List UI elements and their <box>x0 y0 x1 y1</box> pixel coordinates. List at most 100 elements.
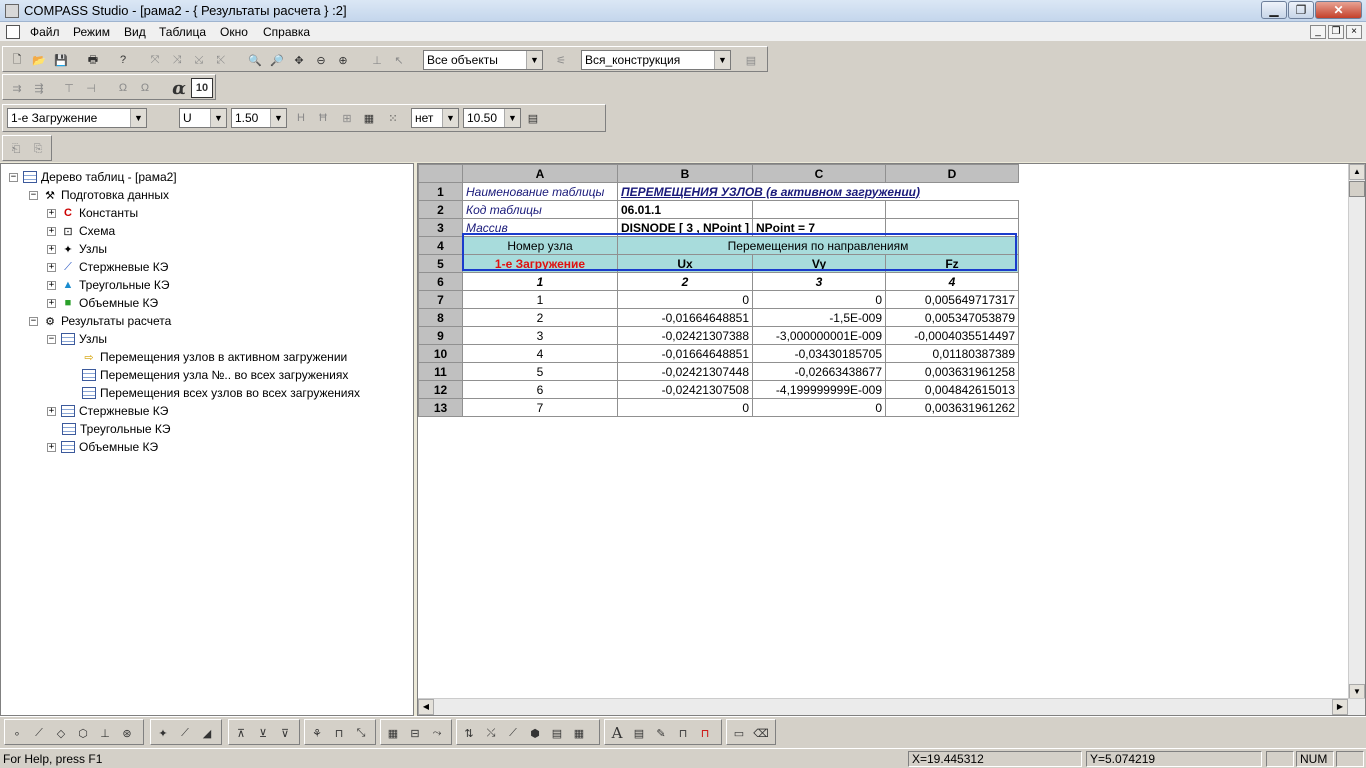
collapse-icon[interactable]: − <box>29 316 38 326</box>
fz-cell[interactable]: 0,004842615013 <box>885 380 1020 399</box>
export-icon[interactable]: ⎗ <box>6 139 26 159</box>
dots-view-icon[interactable]: ⁙ <box>383 108 403 128</box>
tree-item-scheme[interactable]: + ⊡ Схема <box>47 222 115 240</box>
rotate-z-icon[interactable]: ⤪ <box>211 50 231 70</box>
vertical-scrollbar[interactable]: ▲ ▼ <box>1348 164 1365 700</box>
expand-icon[interactable]: + <box>47 244 56 254</box>
vy-cell[interactable]: -4,199999999E-009 <box>752 380 887 399</box>
scale-icon[interactable]: ⤡ <box>351 723 371 743</box>
ux-cell[interactable]: 0 <box>616 398 754 417</box>
bar-load-icon[interactable]: ⟋ <box>175 723 195 743</box>
result-table-icon[interactable]: ▤ <box>547 723 567 743</box>
row-number[interactable]: 13 <box>418 398 463 417</box>
expand-icon[interactable]: + <box>47 442 56 452</box>
save-icon[interactable]: 💾 <box>51 50 71 70</box>
vy-cell[interactable]: 0 <box>752 290 887 309</box>
zoom-icon[interactable]: 🔎 <box>267 50 287 70</box>
expand-icon[interactable]: + <box>47 406 56 416</box>
properties-icon[interactable]: ▤ <box>741 50 761 70</box>
column-index[interactable]: 3 <box>752 272 887 291</box>
column-header-c[interactable]: C <box>752 164 887 183</box>
column-index[interactable]: 4 <box>885 272 1020 291</box>
move-nodes-icon[interactable]: ⤧ <box>145 50 165 70</box>
row-number[interactable]: 12 <box>418 380 463 399</box>
tree-item-result-triangles[interactable]: Треугольные КЭ <box>61 420 171 438</box>
vy-cell[interactable]: -3,000000001E-009 <box>752 326 887 345</box>
node-numbers-icon[interactable]: ⇅ <box>459 723 479 743</box>
plate-numbers-icon[interactable]: ⟋ <box>503 723 523 743</box>
new-file-icon[interactable]: 🗋 <box>7 50 27 70</box>
frame-icon[interactable]: ⊓ <box>329 723 349 743</box>
row-number[interactable]: 1 <box>418 182 463 201</box>
menu-window[interactable]: Окно <box>220 25 248 39</box>
collapse-icon[interactable]: − <box>47 334 56 344</box>
select-tool-icon[interactable]: ⊥ <box>367 50 387 70</box>
import-icon[interactable]: ⎘ <box>28 139 48 159</box>
menu-table[interactable]: Таблица <box>159 25 206 39</box>
column-header-b[interactable]: B <box>616 164 754 183</box>
table-name-label[interactable]: Наименование таблицы <box>462 182 618 201</box>
row-number[interactable]: 7 <box>418 290 463 309</box>
tree-item-volumes[interactable]: + ■ Объемные КЭ <box>47 294 158 312</box>
hatch-1-icon[interactable]: H <box>291 108 311 128</box>
array-value[interactable]: DISNODE [ 3 , NPoint ] <box>616 218 754 237</box>
axes-z-icon[interactable]: Ω <box>113 78 133 98</box>
expand-icon[interactable]: + <box>47 208 56 218</box>
node-number-cell[interactable]: 4 <box>462 344 618 363</box>
row-number[interactable]: 11 <box>418 362 463 381</box>
displacement-directions-header[interactable]: Перемещения по направлениям <box>616 236 1020 255</box>
maximize-button[interactable]: ❐ <box>1288 1 1314 19</box>
fz-header[interactable]: Fz <box>885 254 1020 273</box>
zoom-window-icon[interactable]: 🔍 <box>245 50 265 70</box>
vy-header[interactable]: Vy <box>752 254 887 273</box>
row-number[interactable]: 3 <box>418 218 463 237</box>
row-number[interactable]: 6 <box>418 272 463 291</box>
ux-cell[interactable]: -0,01664648851 <box>616 308 754 327</box>
tree-item-triangles[interactable]: + ▲ Треугольные КЭ <box>47 276 170 294</box>
tree-item-results[interactable]: − ⚙ Результаты расчета <box>29 312 171 330</box>
display-icon[interactable]: ▭ <box>729 723 749 743</box>
scroll-left-icon[interactable]: ◀ <box>418 699 434 715</box>
fz-cell[interactable]: 0,005347053879 <box>885 308 1020 327</box>
cell[interactable] <box>885 200 1020 219</box>
menu-file[interactable]: Файл <box>30 25 60 39</box>
cell[interactable] <box>885 218 1020 237</box>
fz-cell[interactable]: 0,003631961262 <box>885 398 1020 417</box>
tree-item-all-nodes-all-loads[interactable]: Перемещения всех узлов во всех загружени… <box>81 384 360 402</box>
chart-icon[interactable]: ⊓ <box>673 723 693 743</box>
tree-item-result-bars[interactable]: + Стержневые КЭ <box>47 402 168 420</box>
pan-icon[interactable]: ✥ <box>289 50 309 70</box>
row-number[interactable]: 2 <box>418 200 463 219</box>
node-number-cell[interactable]: 7 <box>462 398 618 417</box>
size-select[interactable]: 10.50 ▼ <box>463 108 521 128</box>
document-icon[interactable] <box>6 25 20 39</box>
print-icon[interactable]: 🖶 <box>83 50 103 70</box>
node-number-cell[interactable]: 5 <box>462 362 618 381</box>
node-arrows-2-icon[interactable]: ⇶ <box>29 78 49 98</box>
plate-load-icon[interactable]: ◢ <box>197 723 217 743</box>
axes-x-icon[interactable]: ⊤ <box>59 78 79 98</box>
tree-item-prep[interactable]: − ⚒ Подготовка данных <box>29 186 169 204</box>
loadcase-select[interactable]: 1-е Загружение ▼ <box>7 108 147 128</box>
stiffness-icon[interactable]: ⚘ <box>307 723 327 743</box>
menu-help[interactable]: Справка <box>263 25 310 39</box>
column-header-a[interactable]: A <box>462 164 618 183</box>
report-icon[interactable]: ▤ <box>629 723 649 743</box>
row-number[interactable]: 9 <box>418 326 463 345</box>
collapse-icon[interactable]: − <box>9 172 18 182</box>
ux-cell[interactable]: -0,02421307508 <box>616 380 754 399</box>
menu-mode[interactable]: Режим <box>73 25 110 39</box>
section-icon[interactable]: ⊟ <box>405 723 425 743</box>
ux-cell[interactable]: -0,01664648851 <box>616 344 754 363</box>
scroll-right-icon[interactable]: ▶ <box>1332 699 1348 715</box>
expand-icon[interactable]: + <box>47 226 56 236</box>
distributed-load-icon[interactable]: ⊼ <box>231 723 251 743</box>
component-select[interactable]: U ▼ <box>179 108 227 128</box>
text-icon[interactable]: A <box>607 723 627 743</box>
fz-cell[interactable]: -0,0004035514497 <box>885 326 1020 345</box>
hatch-3-icon[interactable]: ⊞ <box>337 108 357 128</box>
mesh-icon[interactable]: ▦ <box>383 723 403 743</box>
tree-item-nodes[interactable]: + ✦ Узлы <box>47 240 107 258</box>
hatch-2-icon[interactable]: Ħ <box>313 108 333 128</box>
filter-icon[interactable]: ⚟ <box>551 50 571 70</box>
